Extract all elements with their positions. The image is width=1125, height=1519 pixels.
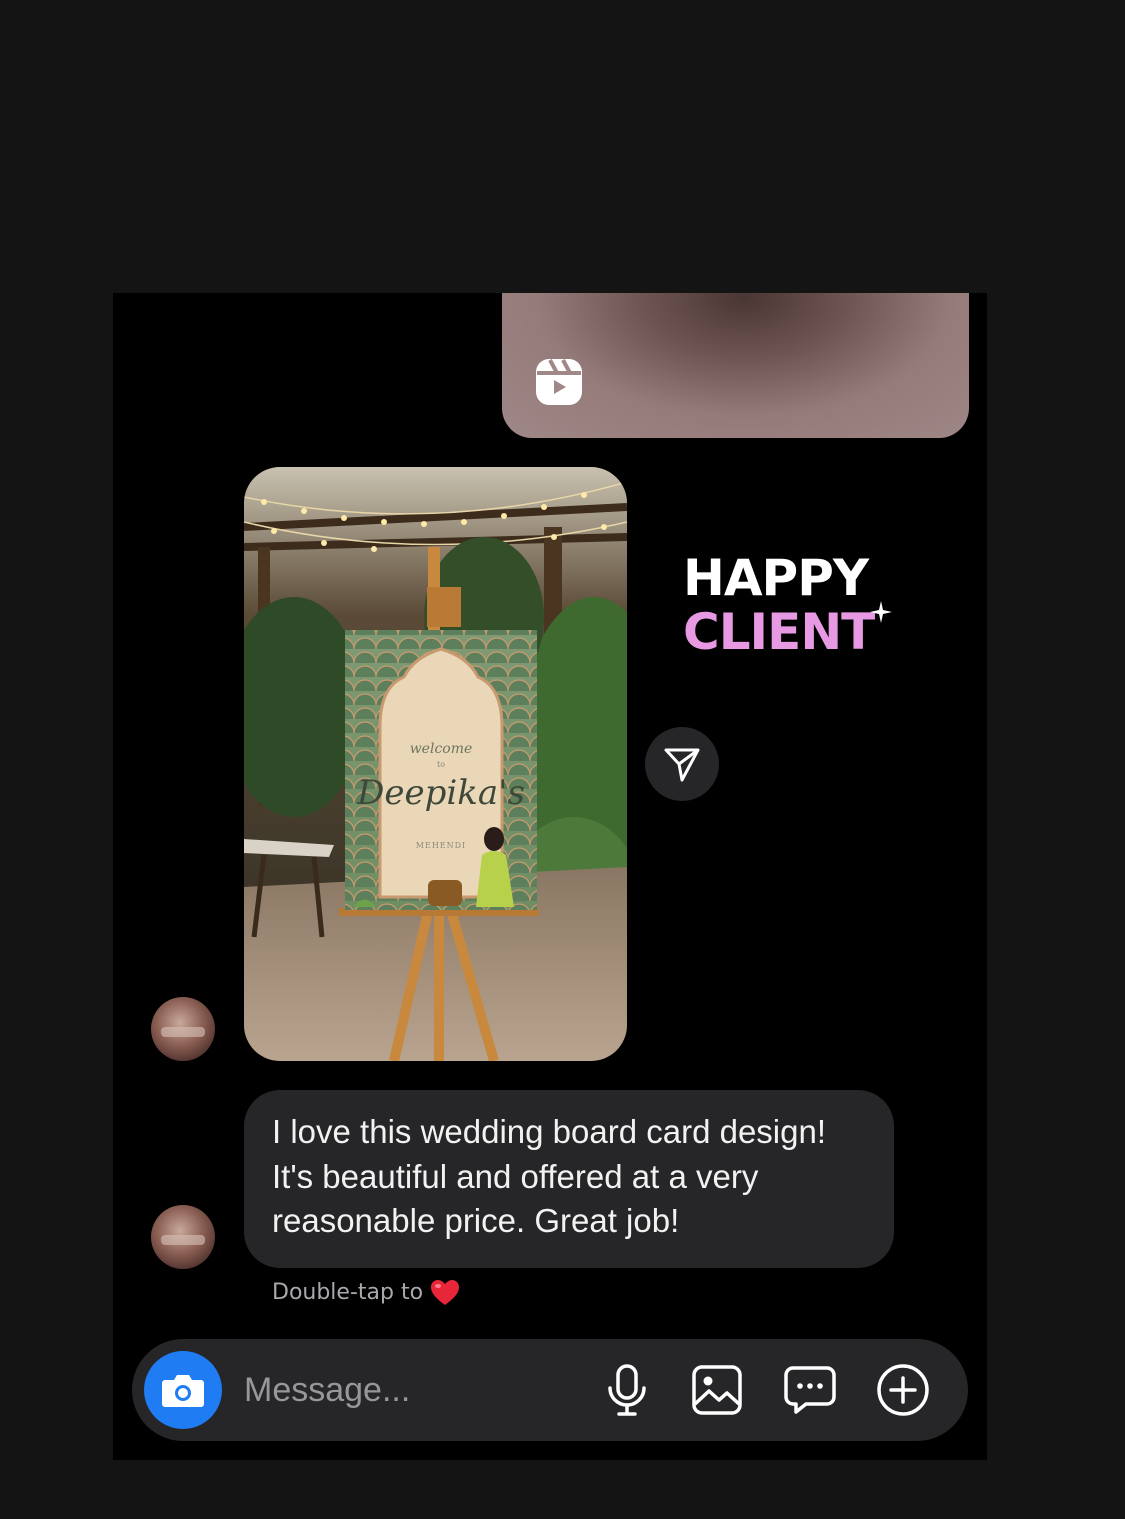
reels-icon: [536, 359, 582, 405]
double-tap-hint: Double-tap to: [272, 1279, 460, 1307]
camera-button[interactable]: [144, 1351, 222, 1429]
image-gallery-icon: [692, 1365, 742, 1415]
sticker-button[interactable]: [781, 1361, 839, 1419]
plus-button[interactable]: [874, 1361, 932, 1419]
red-heart-icon: [431, 1280, 460, 1305]
happy-client-sticker: HAPPY CLIENT: [683, 549, 893, 661]
sticker-message-icon: [784, 1366, 836, 1414]
message-text: I love this wedding board card design! I…: [272, 1113, 827, 1239]
avatar[interactable]: [151, 997, 215, 1061]
chat-screen: welcome to Deepika's MEHENDI HAPPY CLIEN…: [113, 293, 987, 1460]
sign-event-text: MEHENDI: [416, 841, 466, 850]
gallery-button[interactable]: [688, 1361, 746, 1419]
sparkle-icon: [870, 601, 893, 623]
message-composer: [132, 1339, 968, 1441]
shared-reel-card[interactable]: [502, 293, 969, 438]
avatar[interactable]: [151, 1205, 215, 1269]
wedding-board-photo[interactable]: welcome to Deepika's MEHENDI: [244, 467, 627, 1061]
paper-plane-icon: [664, 748, 700, 782]
double-tap-text: Double-tap to: [272, 1280, 424, 1305]
sign-to-text: to: [437, 760, 445, 769]
happy-text: HAPPY: [683, 549, 869, 607]
camera-icon: [162, 1375, 204, 1407]
sign-name-text: Deepika's: [356, 773, 525, 813]
plus-circle-icon: [877, 1364, 929, 1416]
message-input[interactable]: [244, 1367, 584, 1413]
sign-welcome-text: welcome: [410, 741, 473, 757]
microphone-button[interactable]: [598, 1361, 656, 1419]
client-text: CLIENT: [683, 603, 875, 661]
share-button[interactable]: [645, 727, 719, 801]
microphone-icon: [608, 1364, 646, 1416]
text-message-bubble[interactable]: I love this wedding board card design! I…: [244, 1090, 894, 1268]
